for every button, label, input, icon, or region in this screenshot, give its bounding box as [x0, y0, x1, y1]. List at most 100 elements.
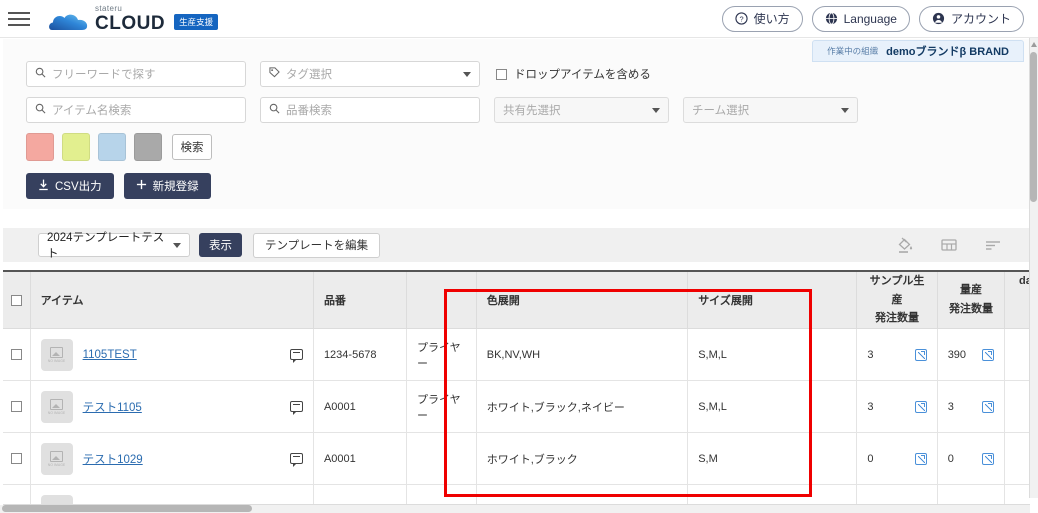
- share-target-select[interactable]: 共有先選択: [494, 97, 669, 123]
- show-button[interactable]: 表示: [199, 233, 242, 257]
- table-row[interactable]: NO IMAGE テスト1029 A0001 ホワイト,ブラック S,M 0 0: [0, 432, 1030, 486]
- globe-icon: [825, 12, 838, 25]
- table-row[interactable]: NO IMAGE テスト1105 A0001 プライヤー ホワイト,ブラック,ネ…: [0, 380, 1030, 434]
- item-name-link[interactable]: 1105TEST: [83, 349, 137, 361]
- color-swatch-3[interactable]: [98, 133, 126, 161]
- column-header-size[interactable]: サイズ展開: [687, 270, 858, 330]
- item-name-link[interactable]: テスト1029: [83, 451, 143, 467]
- drop-item-checkbox-row[interactable]: ドロップアイテムを含める: [496, 66, 651, 82]
- image-icon: [50, 346, 64, 358]
- part-number-cell: A0001: [312, 380, 407, 434]
- template-select[interactable]: 2024テンプレートテスト: [38, 232, 190, 260]
- column-header-mass-qty[interactable]: 量産 発注数量: [936, 270, 1006, 330]
- row-checkbox[interactable]: [11, 401, 22, 413]
- mass-qty-label-top: 量産: [960, 284, 983, 297]
- horizontal-scrollbar-thumb[interactable]: [2, 505, 252, 512]
- search-button[interactable]: 検索: [172, 134, 212, 160]
- mass-qty-cell[interactable]: 3: [936, 380, 1006, 434]
- account-button-label: アカウント: [950, 12, 1011, 26]
- team-select[interactable]: チーム選択: [683, 97, 858, 123]
- item-name-search-input[interactable]: アイテム名検索: [26, 97, 246, 123]
- row-checkbox[interactable]: [11, 349, 22, 361]
- column-header-sample-qty[interactable]: サンプル生産 発注数量: [856, 270, 938, 330]
- drop-item-checkbox[interactable]: [496, 68, 507, 80]
- part-number-search-input[interactable]: 品番検索: [260, 97, 480, 123]
- item-table: アイテム 品番 色展開 サイズ展開 サンプル生産 発注数量 量産 発注数量 da…: [0, 270, 1030, 505]
- item-cell[interactable]: NO IMAGE 1105TEST: [29, 328, 314, 382]
- datetime-cell: [1004, 484, 1030, 505]
- row-checkbox-cell[interactable]: [0, 484, 31, 505]
- edit-template-button[interactable]: テンプレートを編集: [253, 232, 381, 258]
- external-link-icon[interactable]: [914, 400, 927, 413]
- column-header-color[interactable]: 色展開: [475, 270, 689, 330]
- table-row[interactable]: [0, 484, 1030, 505]
- hamburger-menu-icon[interactable]: [8, 11, 38, 26]
- left-border-rule: [0, 38, 3, 505]
- item-cell[interactable]: NO IMAGE テスト1029: [29, 432, 314, 486]
- hamburger-line: [8, 11, 30, 14]
- external-link-icon[interactable]: [914, 452, 927, 465]
- mass-qty-cell[interactable]: 390: [936, 328, 1006, 382]
- sort-lines-icon[interactable]: [984, 236, 1002, 254]
- item-table-container[interactable]: アイテム 品番 色展開 サイズ展開 サンプル生産 発注数量 量産 発注数量 da…: [0, 270, 1030, 505]
- table-header: アイテム 品番 色展開 サイズ展開 サンプル生産 発注数量 量産 発注数量 da: [0, 270, 1030, 330]
- mass-qty-value: 3: [947, 400, 954, 413]
- comment-icon[interactable]: [289, 401, 303, 416]
- row-checkbox-cell[interactable]: [0, 432, 31, 486]
- table-layout-icon[interactable]: [940, 236, 958, 254]
- row-checkbox[interactable]: [11, 453, 22, 465]
- template-icon-group: [896, 236, 1002, 254]
- item-name-placeholder: アイテム名検索: [52, 105, 132, 117]
- account-button[interactable]: アカウント: [918, 5, 1024, 32]
- select-all-checkbox[interactable]: [11, 294, 22, 306]
- row-checkbox-cell[interactable]: [0, 380, 31, 434]
- external-link-icon[interactable]: [982, 400, 995, 413]
- app-logo[interactable]: stateru CLOUD 生産支援: [48, 4, 219, 33]
- sample-qty-cell[interactable]: 3: [856, 380, 938, 434]
- sample-qty-cell[interactable]: 0: [856, 432, 938, 486]
- plus-icon: [136, 179, 147, 193]
- color-swatch-1[interactable]: [26, 133, 54, 161]
- application-root: stateru CLOUD 生産支援 ? 使い方 Language アカウント …: [0, 0, 1038, 513]
- external-link-icon[interactable]: [982, 452, 995, 465]
- item-name-link[interactable]: テスト1105: [83, 399, 142, 415]
- part-number-cell: [312, 484, 407, 505]
- table-row[interactable]: NO IMAGE 1105TEST 1234-5678 プライヤー BK,NV,…: [0, 328, 1030, 382]
- mass-qty-cell: [936, 484, 1006, 505]
- color-cell: ホワイト,ブラック: [475, 432, 689, 486]
- mass-qty-cell[interactable]: 0: [936, 432, 1006, 486]
- color-swatch-2[interactable]: [62, 133, 90, 161]
- column-header-select-all[interactable]: [0, 270, 31, 330]
- item-cell[interactable]: NO IMAGE テスト1105: [29, 380, 314, 434]
- tag-select[interactable]: タグ選択: [260, 61, 480, 87]
- question-circle-icon: ?: [734, 12, 748, 25]
- column-header-maker[interactable]: [405, 270, 477, 330]
- help-button[interactable]: ? 使い方: [721, 5, 803, 32]
- comment-icon[interactable]: [289, 349, 303, 364]
- external-link-icon[interactable]: [914, 348, 927, 361]
- search-icon: [269, 103, 280, 117]
- column-header-datetime[interactable]: datetime型テ スト: [1004, 270, 1030, 330]
- action-button-row: CSV出力 新規登録: [26, 173, 1030, 199]
- item-cell[interactable]: [29, 484, 314, 505]
- fill-color-icon[interactable]: [896, 236, 914, 254]
- svg-text:?: ?: [739, 14, 743, 23]
- column-header-item[interactable]: アイテム: [29, 270, 314, 330]
- comment-icon[interactable]: [289, 453, 303, 468]
- sample-qty-cell[interactable]: 3: [856, 328, 938, 382]
- item-thumbnail-placeholder: NO IMAGE: [40, 338, 73, 371]
- csv-export-button[interactable]: CSV出力: [26, 173, 114, 199]
- datetime-label-bottom: スト: [1015, 309, 1030, 328]
- vertical-scrollbar-thumb[interactable]: [1030, 52, 1037, 202]
- column-header-part-number[interactable]: 品番: [312, 270, 407, 330]
- row-checkbox-cell[interactable]: [0, 328, 31, 382]
- maker-cell: [405, 432, 477, 486]
- search-icon: [35, 103, 46, 117]
- external-link-icon[interactable]: [982, 348, 995, 361]
- color-swatch-4[interactable]: [134, 133, 162, 161]
- thumbnail-caption: NO IMAGE: [47, 358, 66, 363]
- language-button[interactable]: Language: [811, 5, 910, 32]
- scroll-up-arrow-icon[interactable]: [1031, 42, 1037, 47]
- new-registration-button[interactable]: 新規登録: [123, 173, 211, 199]
- freeword-search-input[interactable]: フリーワードで探す: [26, 61, 246, 87]
